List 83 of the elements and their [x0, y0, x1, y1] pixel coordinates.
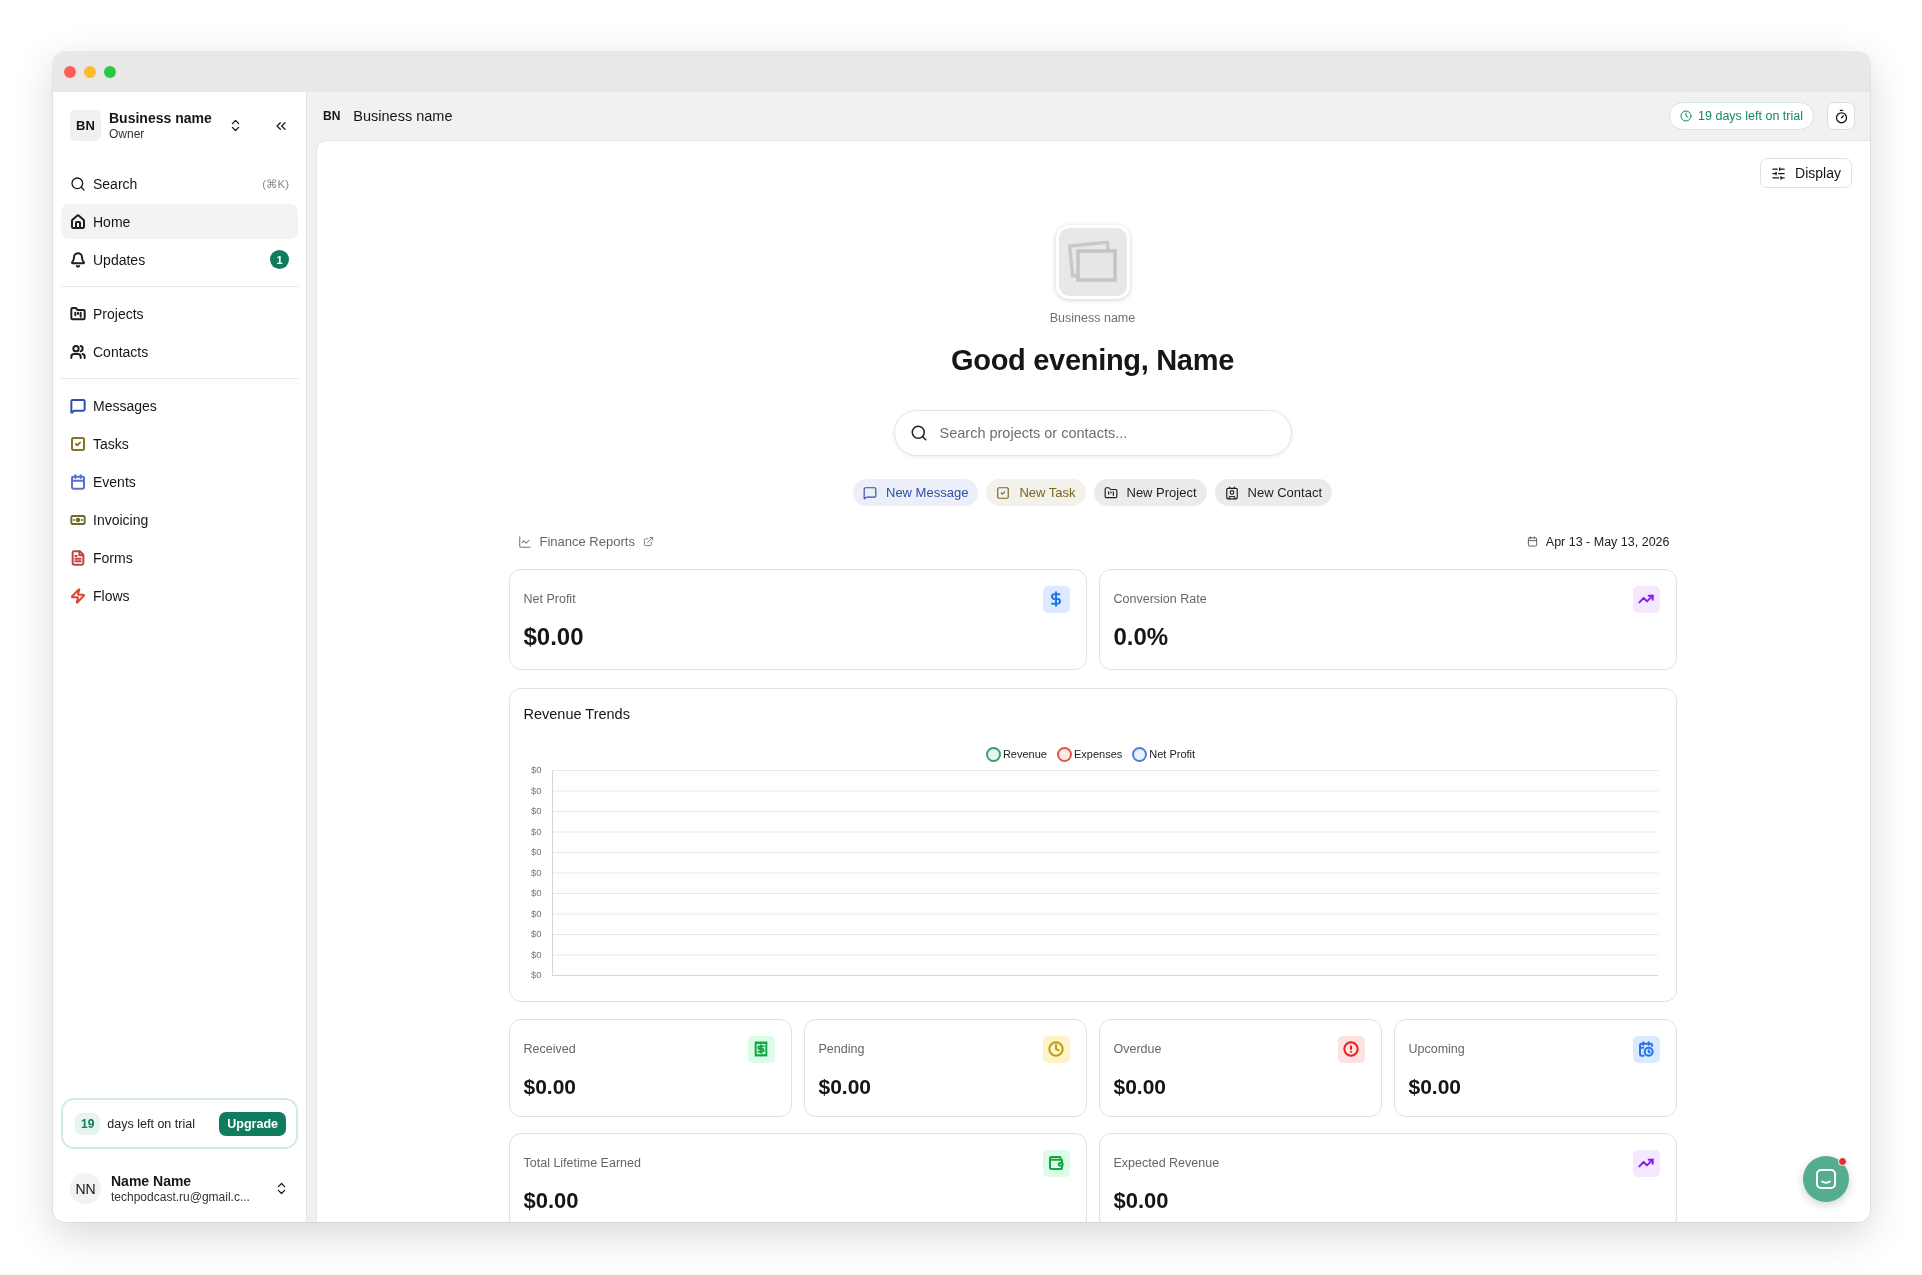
stat-value: $0.00: [1113, 1074, 1168, 1100]
stat-value: $0.00: [1113, 1187, 1170, 1215]
stat-label: Upcoming: [1408, 1042, 1465, 1056]
search-field[interactable]: Search projects or contacts...: [893, 410, 1292, 456]
timer-button[interactable]: [1827, 102, 1855, 130]
sidebar-item[interactable]: Updates 1: [61, 242, 298, 277]
trial-text: days left on trial: [107, 1116, 195, 1131]
business-initials: BN: [323, 109, 341, 123]
sidebar-item[interactable]: Tasks: [61, 426, 298, 461]
user-avatar[interactable]: NN: [70, 1173, 101, 1204]
date-range[interactable]: Apr 13 - May 13, 2026: [1545, 534, 1670, 549]
sidebar-item[interactable]: Projects: [61, 296, 298, 331]
business-title: Business name: [353, 108, 453, 124]
axis-label: $0: [530, 886, 542, 900]
sidebar-item[interactable]: Messages: [61, 388, 298, 423]
axis-label: $0: [530, 947, 542, 962]
axis-label: $0: [530, 783, 542, 798]
calendar-icon: [1526, 536, 1538, 547]
quick-action-button[interactable]: New Message: [853, 479, 979, 506]
keyboard-shortcut: (⌘K): [262, 176, 289, 191]
stat-label: Pending: [818, 1042, 865, 1056]
business-caption: Business name: [1049, 311, 1136, 325]
sidebar-item[interactable]: Events: [61, 464, 298, 499]
chat-launcher-button[interactable]: [1803, 1156, 1849, 1202]
finance-reports-link[interactable]: Finance Reports: [539, 534, 635, 549]
user-name: Name Name: [111, 1173, 193, 1189]
stat-value: $0.00: [523, 1074, 578, 1100]
greeting-heading: Good evening, Name: [950, 343, 1234, 378]
notification-dot-icon: [1838, 1157, 1847, 1166]
search-icon: [909, 424, 928, 442]
trial-badge[interactable]: 19 days left on trial: [1669, 102, 1814, 130]
checkbox-icon: [996, 485, 1011, 500]
chart-title: Revenue Trends: [523, 705, 631, 723]
days-count: 19: [75, 1112, 101, 1135]
stat-label: Received: [523, 1042, 576, 1056]
folder-icon: [1103, 485, 1118, 500]
axis-label: $0: [530, 906, 542, 921]
search-item[interactable]: Search (⌘K): [61, 166, 298, 201]
stat-value: $0.00: [523, 1187, 580, 1215]
close-window-button[interactable]: [64, 66, 76, 78]
search-icon: [70, 175, 86, 192]
quick-action-button[interactable]: New Task: [986, 479, 1086, 506]
stopwatch-icon: [1833, 108, 1849, 124]
quick-action-button[interactable]: New Contact: [1214, 479, 1332, 506]
stat-value: $0.00: [523, 623, 585, 651]
sidebar-item[interactable]: Contacts: [61, 334, 298, 369]
business-role: Owner: [109, 127, 146, 141]
external-link-icon[interactable]: [642, 536, 654, 547]
stat-value: $0.00: [818, 1074, 873, 1100]
count-badge: 1: [270, 250, 289, 269]
stat-value: $0.00: [1408, 1074, 1463, 1100]
chat-icon: [1815, 1168, 1837, 1190]
business-name[interactable]: Business name: [109, 110, 212, 126]
stat-label: Net Profit: [523, 592, 576, 606]
user-email: techpodcast.ru@gmail.c...: [111, 1190, 250, 1204]
sidebar-item[interactable]: Flows: [61, 578, 298, 613]
sidebar-item[interactable]: Invoicing: [61, 502, 298, 537]
axis-label: $0: [530, 968, 542, 982]
axis-label: $0: [530, 845, 542, 859]
stat-label: Expected Revenue: [1113, 1156, 1220, 1170]
legend-label: Net Profit: [1149, 748, 1196, 760]
upgrade-button[interactable]: Upgrade: [219, 1111, 286, 1136]
sidebar-item[interactable]: Home: [61, 204, 298, 239]
stat-value: 0.0%: [1113, 623, 1170, 651]
axis-label: $0: [530, 763, 542, 777]
quick-action-button[interactable]: New Project: [1093, 479, 1207, 506]
legend-label: Revenue: [1002, 748, 1047, 760]
display-button[interactable]: Display: [1760, 158, 1852, 188]
speech-bubble-icon: [863, 485, 877, 500]
stat-label: Total Lifetime Earned: [523, 1156, 641, 1170]
axis-label: $0: [530, 804, 542, 818]
axis-label: $0: [530, 824, 542, 839]
line-chart-icon: [517, 534, 532, 549]
sliders-icon: [1771, 165, 1787, 181]
contact-card-icon: [1224, 485, 1239, 500]
legend-label: Expenses: [1073, 748, 1123, 760]
sidebar-item[interactable]: Forms: [61, 540, 298, 575]
clock-icon: [1680, 110, 1693, 122]
axis-label: $0: [530, 865, 542, 880]
business-avatar[interactable]: BN: [70, 110, 101, 141]
axis-label: $0: [530, 927, 542, 941]
stat-label: Conversion Rate: [1113, 592, 1207, 606]
stat-label: Overdue: [1113, 1042, 1162, 1056]
